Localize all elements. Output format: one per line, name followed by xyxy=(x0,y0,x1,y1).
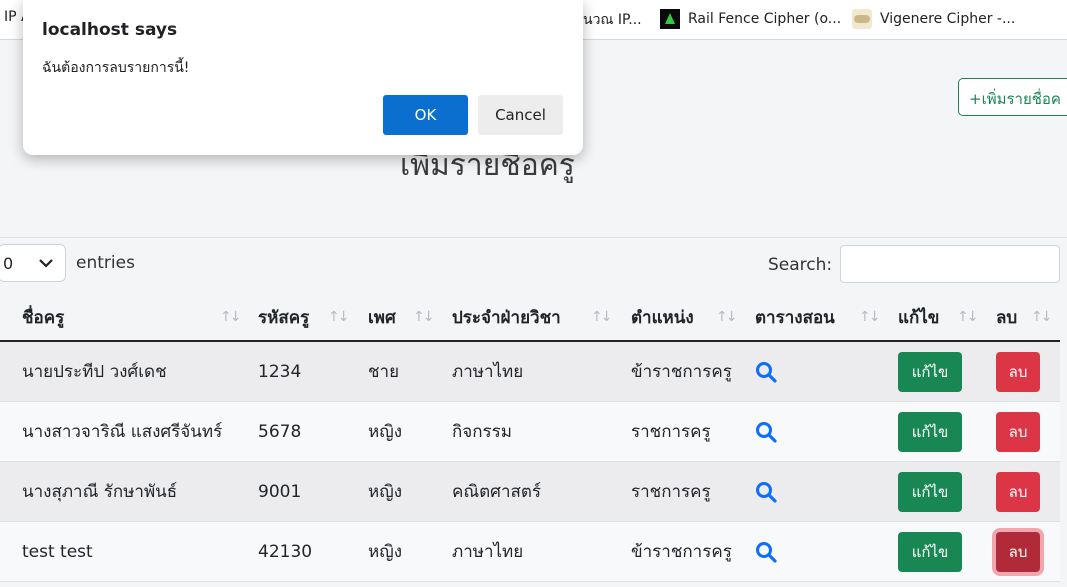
search-label: Search: xyxy=(768,255,833,275)
delete-button[interactable]: ลบ xyxy=(996,351,1040,392)
edit-button[interactable]: แก้ไข xyxy=(898,411,962,452)
vigenere-icon xyxy=(852,9,872,29)
header-schedule[interactable]: ตารางสอน xyxy=(755,294,835,340)
header-code[interactable]: รหัสครู xyxy=(258,294,309,340)
sort-icon[interactable]: ↑↓ xyxy=(591,294,613,340)
header-edit[interactable]: แก้ไข xyxy=(898,294,939,340)
entries-length-select[interactable]: 0 xyxy=(0,244,66,282)
cell-code: 1234 xyxy=(258,361,302,382)
search-icon[interactable] xyxy=(755,402,777,461)
cell-position: ราชการครู xyxy=(631,422,711,442)
table-row: นางสาวจาริณี แสงศรีจันทร์ 5678 หญิง กิจก… xyxy=(0,402,1060,462)
cell-gender: หญิง xyxy=(368,422,402,442)
cell-gender: ชาย xyxy=(368,362,400,382)
bookmark-ip-calc[interactable]: นวณ IP... xyxy=(583,9,642,31)
cell-position: ราชการครู xyxy=(631,482,711,502)
cell-code: 9001 xyxy=(258,481,302,502)
entries-length-value: 0 xyxy=(3,253,14,273)
edit-button[interactable]: แก้ไข xyxy=(898,531,962,572)
rail-fence-icon xyxy=(660,9,680,29)
search-icon[interactable] xyxy=(755,522,777,581)
cell-subject: ภาษาไทย xyxy=(452,542,524,562)
cell-name: นางสาวจาริณี แสงศรีจันทร์ xyxy=(22,422,223,442)
edit-button[interactable]: แก้ไข xyxy=(898,471,962,512)
header-gender[interactable]: เพศ xyxy=(368,294,396,340)
edit-button[interactable]: แก้ไข xyxy=(898,351,962,392)
cell-gender: หญิง xyxy=(368,482,402,502)
delete-button[interactable]: ลบ xyxy=(996,471,1040,512)
dialog-message: ฉันต้องการลบรายการนี้! xyxy=(42,60,190,76)
table-row: test test 42130 หญิง ภาษาไทย ข้าราชการคร… xyxy=(0,522,1060,582)
table-row: นางสุภาณี รักษาพันธ์ 9001 หญิง คณิตศาสตร… xyxy=(0,462,1060,522)
header-position[interactable]: ตำแหน่ง xyxy=(631,294,694,340)
table-row: นายประทีป วงศ์เดช 1234 ชาย ภาษาไทย ข้ารา… xyxy=(0,342,1060,402)
bookmark-label: Rail Fence Cipher (o... xyxy=(688,11,842,27)
cell-subject: ภาษาไทย xyxy=(452,362,524,382)
header-delete[interactable]: ลบ xyxy=(996,294,1017,340)
sort-icon[interactable]: ↑↓ xyxy=(1031,294,1053,340)
cell-subject: กิจกรรม xyxy=(452,422,513,442)
delete-button[interactable]: ลบ xyxy=(996,411,1040,452)
bookmark-vigenere[interactable]: Vigenere Cipher -... xyxy=(852,9,1015,29)
add-teacher-button[interactable]: +เพิ่มรายชื่อค xyxy=(958,78,1067,116)
table-header-row: ชื่อครู ↑↓ รหัสครู ↑↓ เพศ ↑↓ ประจำฝ่ายวิ… xyxy=(0,294,1060,342)
header-name[interactable]: ชื่อครู xyxy=(22,294,64,340)
cell-gender: หญิง xyxy=(368,542,402,562)
bookmark-rail-fence[interactable]: Rail Fence Cipher (o... xyxy=(660,9,841,29)
search-icon[interactable] xyxy=(755,462,777,521)
dialog-title: localhost says xyxy=(42,20,178,40)
delete-button[interactable]: ลบ xyxy=(996,531,1040,572)
cell-code: 5678 xyxy=(258,421,302,442)
sort-icon[interactable]: ↑↓ xyxy=(859,294,881,340)
cell-code: 42130 xyxy=(258,541,313,562)
entries-length-control: 0 entries xyxy=(0,244,135,282)
cell-subject: คณิตศาสตร์ xyxy=(452,482,542,502)
confirm-dialog: localhost says ฉันต้องการลบรายการนี้! OK… xyxy=(23,0,583,155)
search-input[interactable] xyxy=(840,245,1060,283)
cell-name: test test xyxy=(22,541,93,562)
sort-icon[interactable]: ↑↓ xyxy=(328,294,350,340)
search-icon[interactable] xyxy=(755,342,777,401)
cell-position: ข้าราชการครู xyxy=(631,362,732,382)
cell-name: นางสุภาณี รักษาพันธ์ xyxy=(22,482,178,502)
ok-button[interactable]: OK xyxy=(383,95,468,135)
bookmark-label: Vigenere Cipher -... xyxy=(880,11,1016,27)
teachers-table: ชื่อครู ↑↓ รหัสครู ↑↓ เพศ ↑↓ ประจำฝ่ายวิ… xyxy=(0,294,1060,582)
cancel-button[interactable]: Cancel xyxy=(478,95,563,135)
sort-icon[interactable]: ↑↓ xyxy=(220,294,242,340)
header-subject[interactable]: ประจำฝ่ายวิชา xyxy=(452,294,561,340)
bookmark-label: นวณ IP... xyxy=(583,12,642,28)
chevron-down-icon xyxy=(39,259,53,268)
entries-label: entries xyxy=(76,253,135,273)
cell-name: นายประทีป วงศ์เดช xyxy=(22,362,167,382)
sort-icon[interactable]: ↑↓ xyxy=(957,294,979,340)
cell-position: ข้าราชการครู xyxy=(631,542,732,562)
sort-icon[interactable]: ↑↓ xyxy=(413,294,435,340)
sort-icon[interactable]: ↑↓ xyxy=(716,294,738,340)
